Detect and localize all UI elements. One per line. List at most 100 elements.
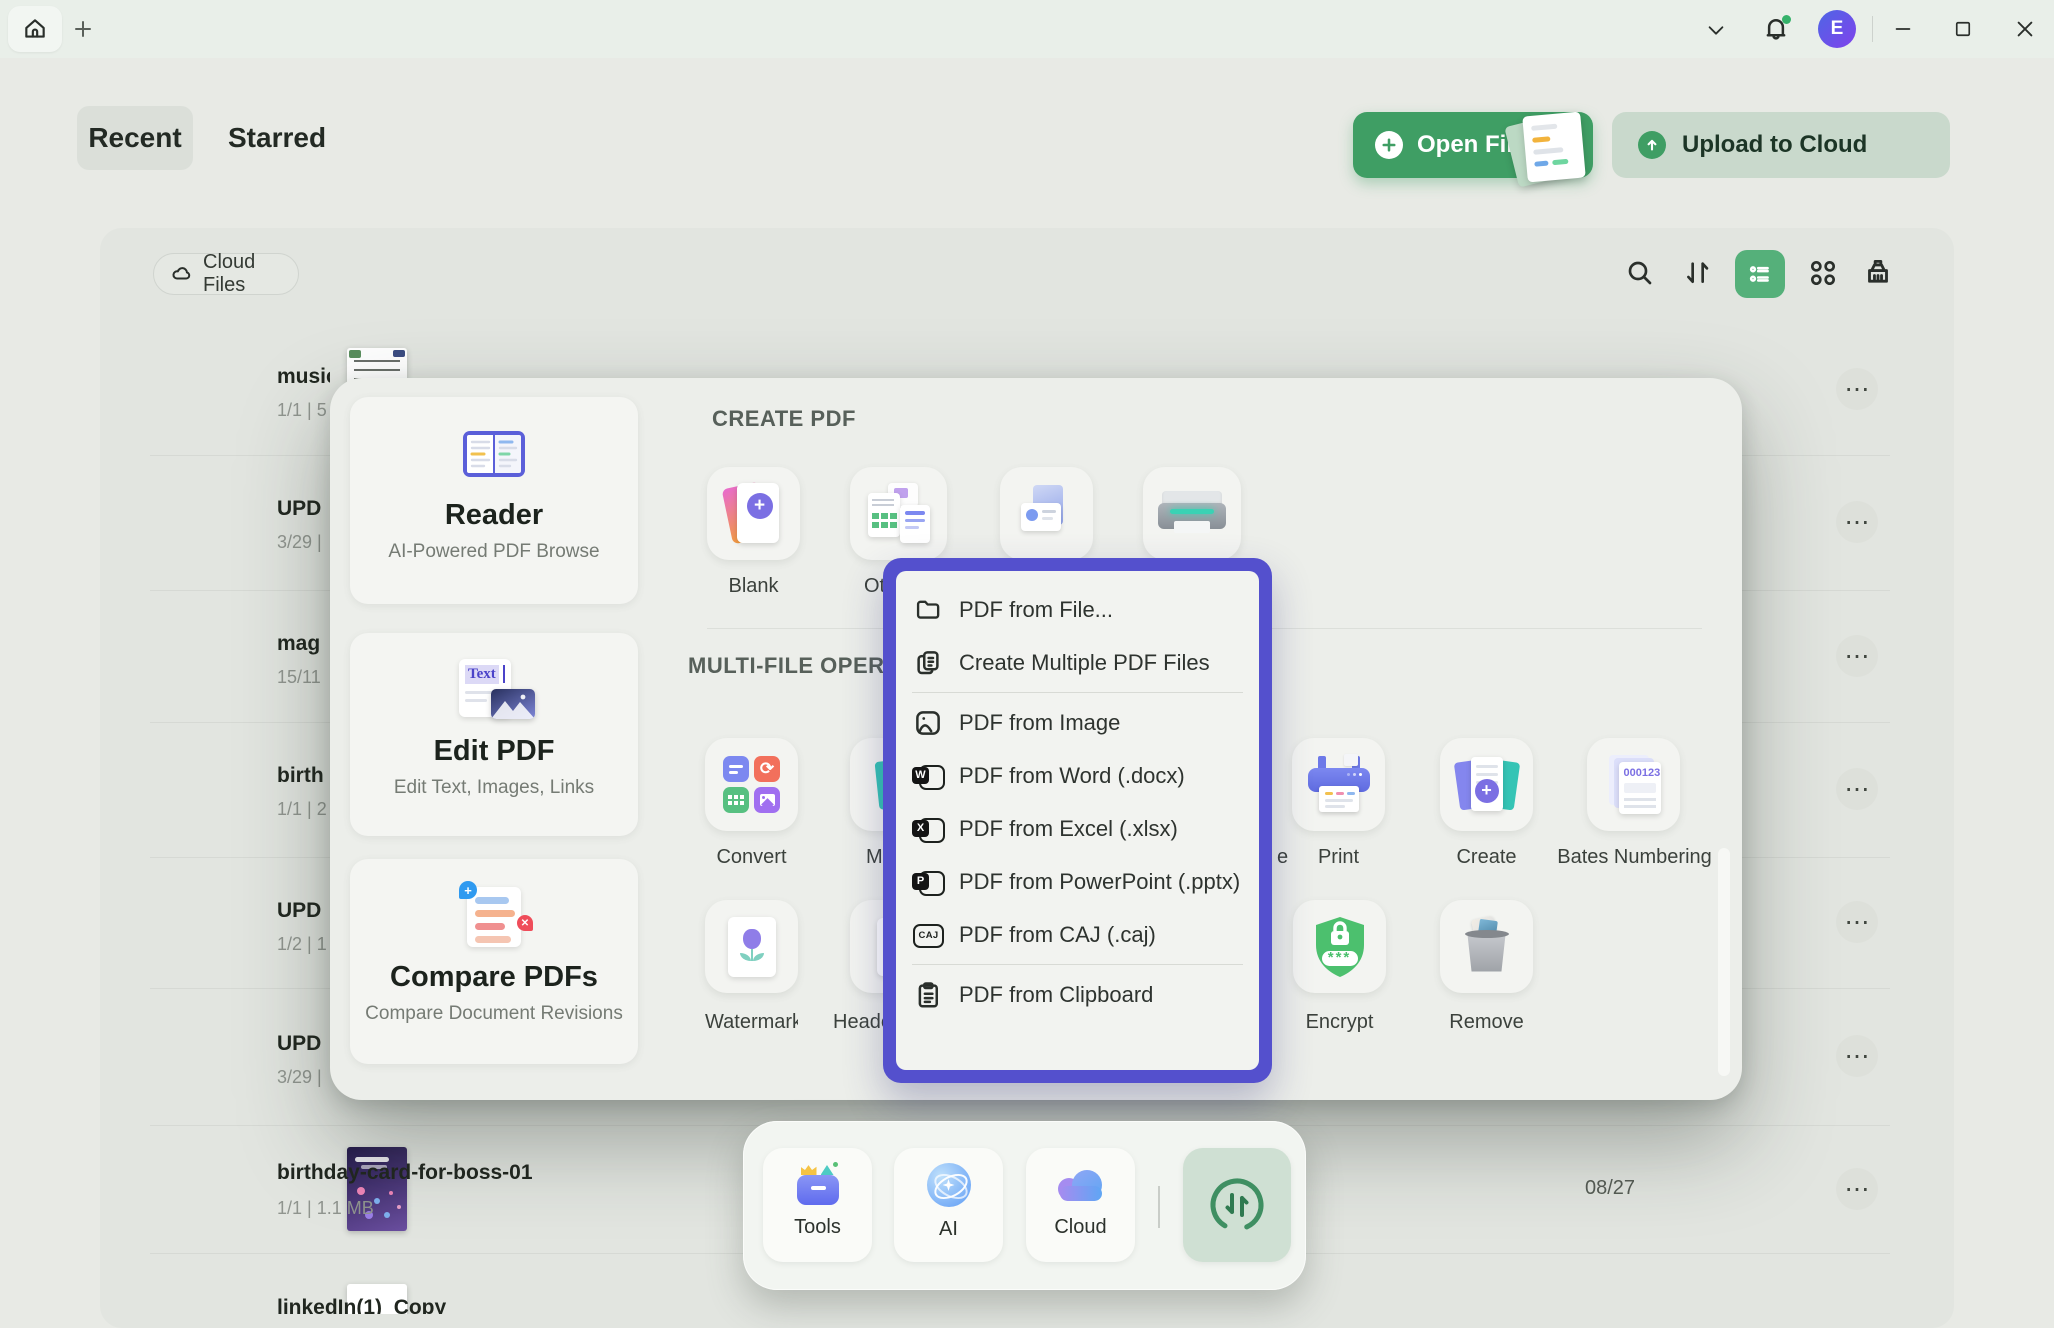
encrypt-tile-label: Encrypt bbox=[1293, 1011, 1386, 1034]
tab-recent[interactable]: Recent bbox=[77, 106, 193, 170]
blank-page-icon: + bbox=[725, 481, 783, 547]
sort-icon[interactable] bbox=[1681, 256, 1715, 290]
image-icon bbox=[912, 709, 944, 737]
compare-pdfs-card[interactable]: + ✕ Compare PDFs Compare Document Revisi… bbox=[350, 859, 638, 1064]
menu-item-pdf-from-file[interactable]: PDF from File... bbox=[912, 583, 1243, 636]
titlebar-divider bbox=[1872, 16, 1873, 42]
excel-icon: X bbox=[912, 815, 944, 843]
dock-divider bbox=[1158, 1186, 1160, 1228]
menu-item-pdf-from-caj[interactable]: CAJ PDF from CAJ (.caj) bbox=[912, 908, 1243, 961]
create-icon: + bbox=[1455, 755, 1519, 815]
dock-cloud-button[interactable]: Cloud bbox=[1026, 1148, 1135, 1262]
watermark-tile-label: Watermark bbox=[705, 1011, 798, 1034]
close-button[interactable] bbox=[2010, 16, 2040, 42]
upload-to-cloud-button[interactable]: Upload to Cloud bbox=[1612, 112, 1950, 178]
reader-card-title: Reader bbox=[445, 499, 543, 532]
tab-recent-label: Recent bbox=[88, 122, 181, 154]
menu-item-create-multiple[interactable]: Create Multiple PDF Files bbox=[912, 636, 1243, 689]
new-tab-button[interactable] bbox=[70, 16, 96, 42]
reader-card-subtitle: AI-Powered PDF Browse bbox=[388, 541, 599, 563]
create-pdf-context-menu: PDF from File... Create Multiple PDF Fil… bbox=[883, 558, 1272, 1083]
upload-arrow-icon bbox=[1638, 131, 1666, 159]
grid-view-icon[interactable] bbox=[1806, 256, 1840, 290]
print-tile-label: Print bbox=[1292, 846, 1385, 869]
upload-to-cloud-label: Upload to Cloud bbox=[1682, 131, 1867, 159]
menu-divider bbox=[912, 692, 1243, 693]
cloud-files-button[interactable]: Cloud Files bbox=[153, 253, 299, 295]
dock-tools-button[interactable]: Tools bbox=[763, 1148, 872, 1262]
row-more-button[interactable]: ⋯ bbox=[1836, 368, 1878, 410]
convert-tile[interactable]: ⟳ bbox=[705, 738, 798, 831]
create-blank-tile[interactable]: + bbox=[707, 467, 800, 560]
file-title: UPD bbox=[277, 899, 330, 923]
cloud-icon bbox=[170, 262, 194, 286]
hidden-tile-label-fragment: e bbox=[1277, 846, 1291, 869]
word-icon: W bbox=[912, 762, 944, 790]
convert-tile-label: Convert bbox=[705, 846, 798, 869]
file-meta: 1/1 | 1.1 MB bbox=[277, 1198, 697, 1219]
ai-icon bbox=[926, 1162, 972, 1208]
row-more-button[interactable]: ⋯ bbox=[1836, 768, 1878, 810]
bates-numbering-tile[interactable]: 000123 bbox=[1587, 738, 1680, 831]
folder-icon bbox=[912, 596, 944, 624]
dock-tools-label: Tools bbox=[794, 1216, 841, 1239]
open-file-button[interactable]: Open File bbox=[1353, 112, 1593, 178]
sync-arrows-icon bbox=[1206, 1174, 1268, 1236]
file-meta: 1/2 | 1 bbox=[277, 934, 330, 955]
search-icon[interactable] bbox=[1623, 256, 1657, 290]
watermark-tile[interactable] bbox=[705, 900, 798, 993]
print-tile[interactable] bbox=[1292, 738, 1385, 831]
file-title: birth bbox=[277, 764, 330, 788]
caj-icon: CAJ bbox=[912, 921, 944, 949]
file-date: 08/27 bbox=[1585, 1177, 1635, 1200]
avatar-initial: E bbox=[1831, 18, 1844, 40]
account-avatar[interactable]: E bbox=[1818, 10, 1856, 48]
file-meta: 1/1 | 5 bbox=[277, 400, 330, 421]
encrypt-tile[interactable]: *** bbox=[1293, 900, 1386, 993]
dock-convert-sync-button[interactable] bbox=[1183, 1148, 1291, 1262]
cloud-colored-icon bbox=[1056, 1162, 1106, 1206]
create-other-tile[interactable] bbox=[850, 467, 947, 560]
minimize-button[interactable] bbox=[1888, 16, 1918, 42]
row-more-button[interactable]: ⋯ bbox=[1836, 901, 1878, 943]
maximize-button[interactable] bbox=[1948, 16, 1978, 42]
compare-pdfs-icon: + ✕ bbox=[459, 885, 529, 949]
home-tab[interactable] bbox=[8, 6, 62, 52]
file-meta: 3/29 | bbox=[277, 1067, 330, 1088]
menu-item-pdf-from-image[interactable]: PDF from Image bbox=[912, 696, 1243, 749]
modal-scrollbar[interactable] bbox=[1718, 848, 1730, 1076]
edit-pdf-icon: Text bbox=[451, 659, 537, 721]
create-from-scanner-tile[interactable] bbox=[1143, 467, 1241, 560]
bates-numbering-icon: 000123 bbox=[1605, 755, 1663, 815]
powerpoint-icon: P bbox=[912, 868, 944, 896]
menu-item-pdf-from-powerpoint[interactable]: P PDF from PowerPoint (.pptx) bbox=[912, 855, 1243, 908]
dock-ai-label: AI bbox=[939, 1218, 958, 1241]
plus-circle-icon bbox=[1375, 131, 1403, 159]
edit-pdf-card[interactable]: Text Edit PDF Edit Text, Images, Links bbox=[350, 633, 638, 836]
clean-broom-icon[interactable] bbox=[1861, 255, 1895, 289]
reader-card[interactable]: Reader AI-Powered PDF Browse bbox=[350, 397, 638, 604]
tab-starred-label: Starred bbox=[228, 122, 326, 154]
create-tile[interactable]: + bbox=[1440, 738, 1533, 831]
row-more-button[interactable]: ⋯ bbox=[1836, 501, 1878, 543]
file-title: music-s bbox=[277, 365, 330, 389]
dock-ai-button[interactable]: AI bbox=[894, 1148, 1003, 1262]
tools-icon bbox=[795, 1162, 841, 1206]
menu-item-pdf-from-word[interactable]: W PDF from Word (.docx) bbox=[912, 749, 1243, 802]
file-title: UPD bbox=[277, 1032, 330, 1056]
notification-dot bbox=[1782, 15, 1791, 24]
row-more-button[interactable]: ⋯ bbox=[1836, 1168, 1878, 1210]
row-more-button[interactable]: ⋯ bbox=[1836, 635, 1878, 677]
remove-tile[interactable] bbox=[1440, 900, 1533, 993]
file-title: mag bbox=[277, 632, 330, 656]
menu-item-pdf-from-clipboard[interactable]: PDF from Clipboard bbox=[912, 968, 1243, 1021]
header-footer-tile-label: Heade bbox=[833, 1011, 883, 1034]
file-title: UPD bbox=[277, 497, 330, 521]
cloud-files-label: Cloud Files bbox=[203, 251, 298, 297]
list-view-button[interactable] bbox=[1735, 250, 1785, 298]
menu-item-pdf-from-excel[interactable]: X PDF from Excel (.xlsx) bbox=[912, 802, 1243, 855]
tab-starred[interactable]: Starred bbox=[228, 106, 326, 170]
create-from-file-tile[interactable] bbox=[1000, 467, 1093, 560]
row-more-button[interactable]: ⋯ bbox=[1836, 1035, 1878, 1077]
chevron-down-icon[interactable] bbox=[1703, 20, 1729, 40]
